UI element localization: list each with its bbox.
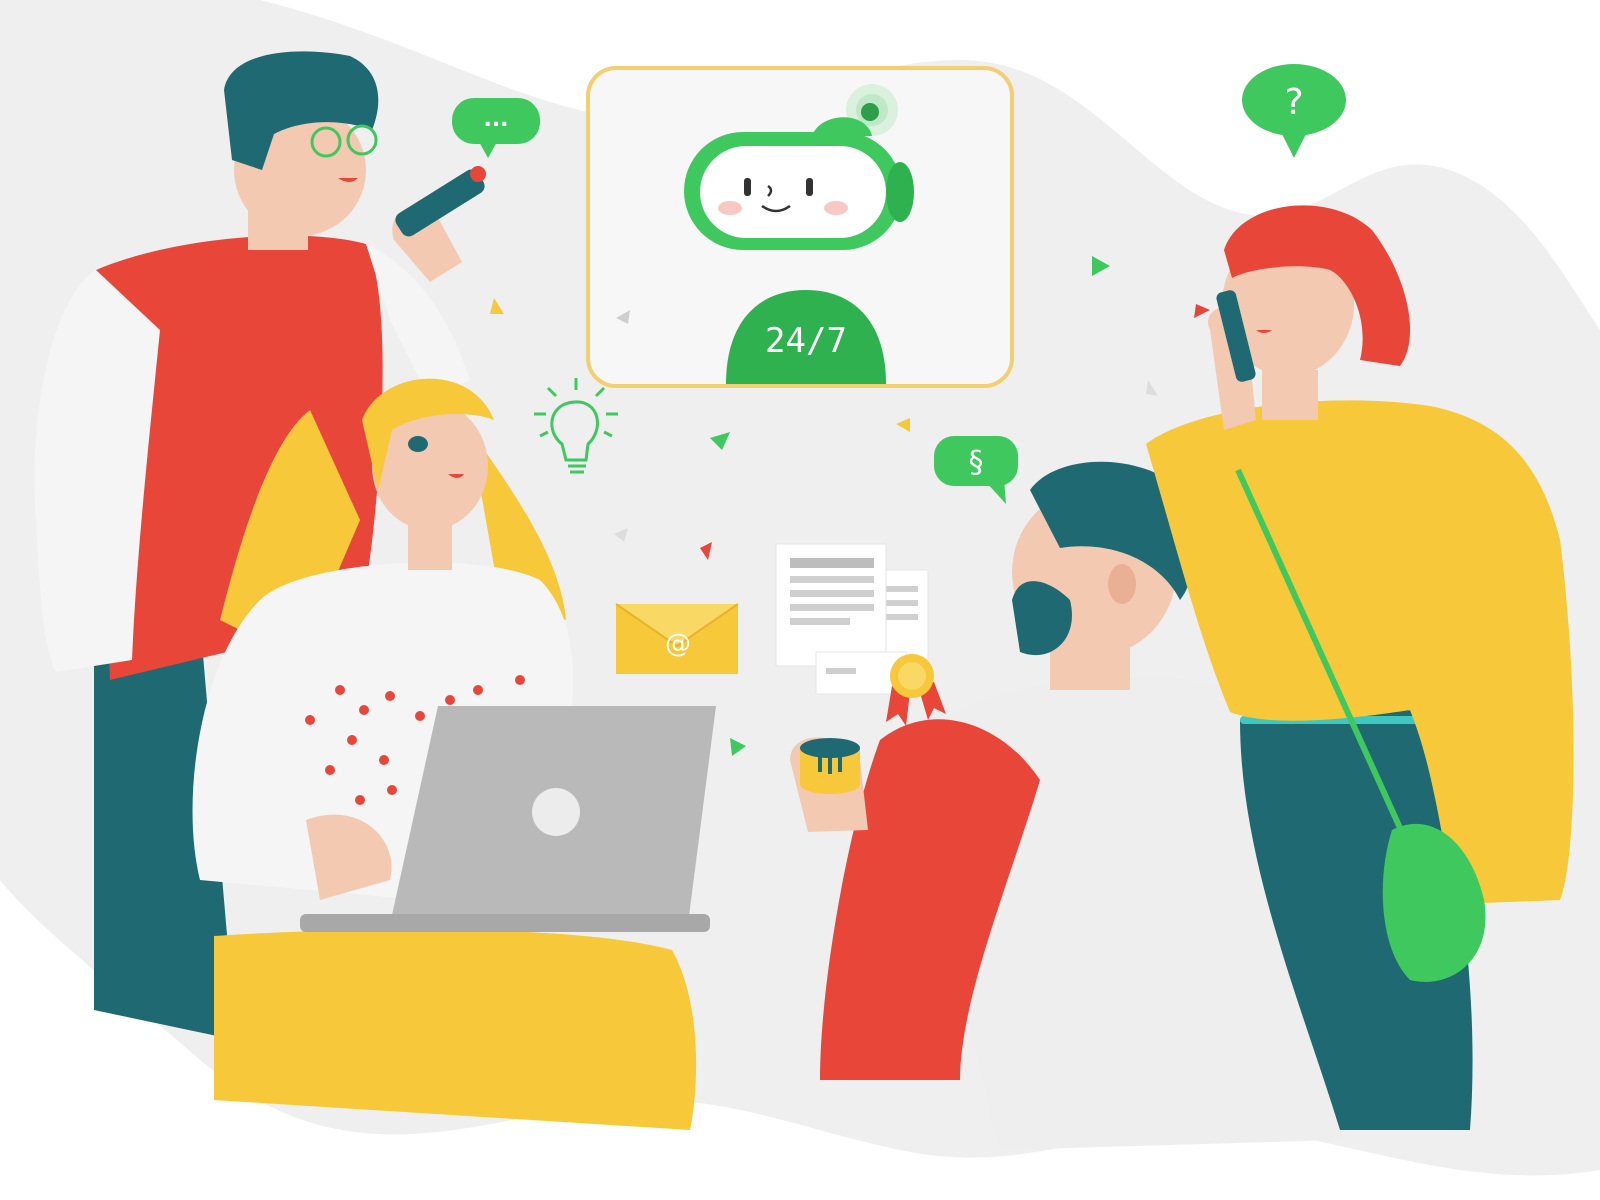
email-envelope-icon: @	[615, 603, 739, 674]
robot-card: 24/7	[586, 66, 1014, 388]
woman-eye	[408, 436, 428, 452]
bearded-man-ear	[1108, 564, 1136, 604]
question-mark: ?	[1284, 82, 1303, 123]
robot-badge-text: 24/7	[765, 321, 847, 361]
email-at-symbol: @	[665, 629, 691, 659]
typing-dots: ...	[483, 107, 508, 132]
section-symbol: §	[969, 445, 984, 480]
question-speech-bubble: ?	[1242, 64, 1346, 158]
smart-speaker-icon	[800, 738, 860, 794]
woman-pants	[214, 929, 697, 1130]
illustration-scene: 24/7 ... ? § @	[0, 0, 1600, 1176]
redhead-neck	[1262, 370, 1318, 420]
